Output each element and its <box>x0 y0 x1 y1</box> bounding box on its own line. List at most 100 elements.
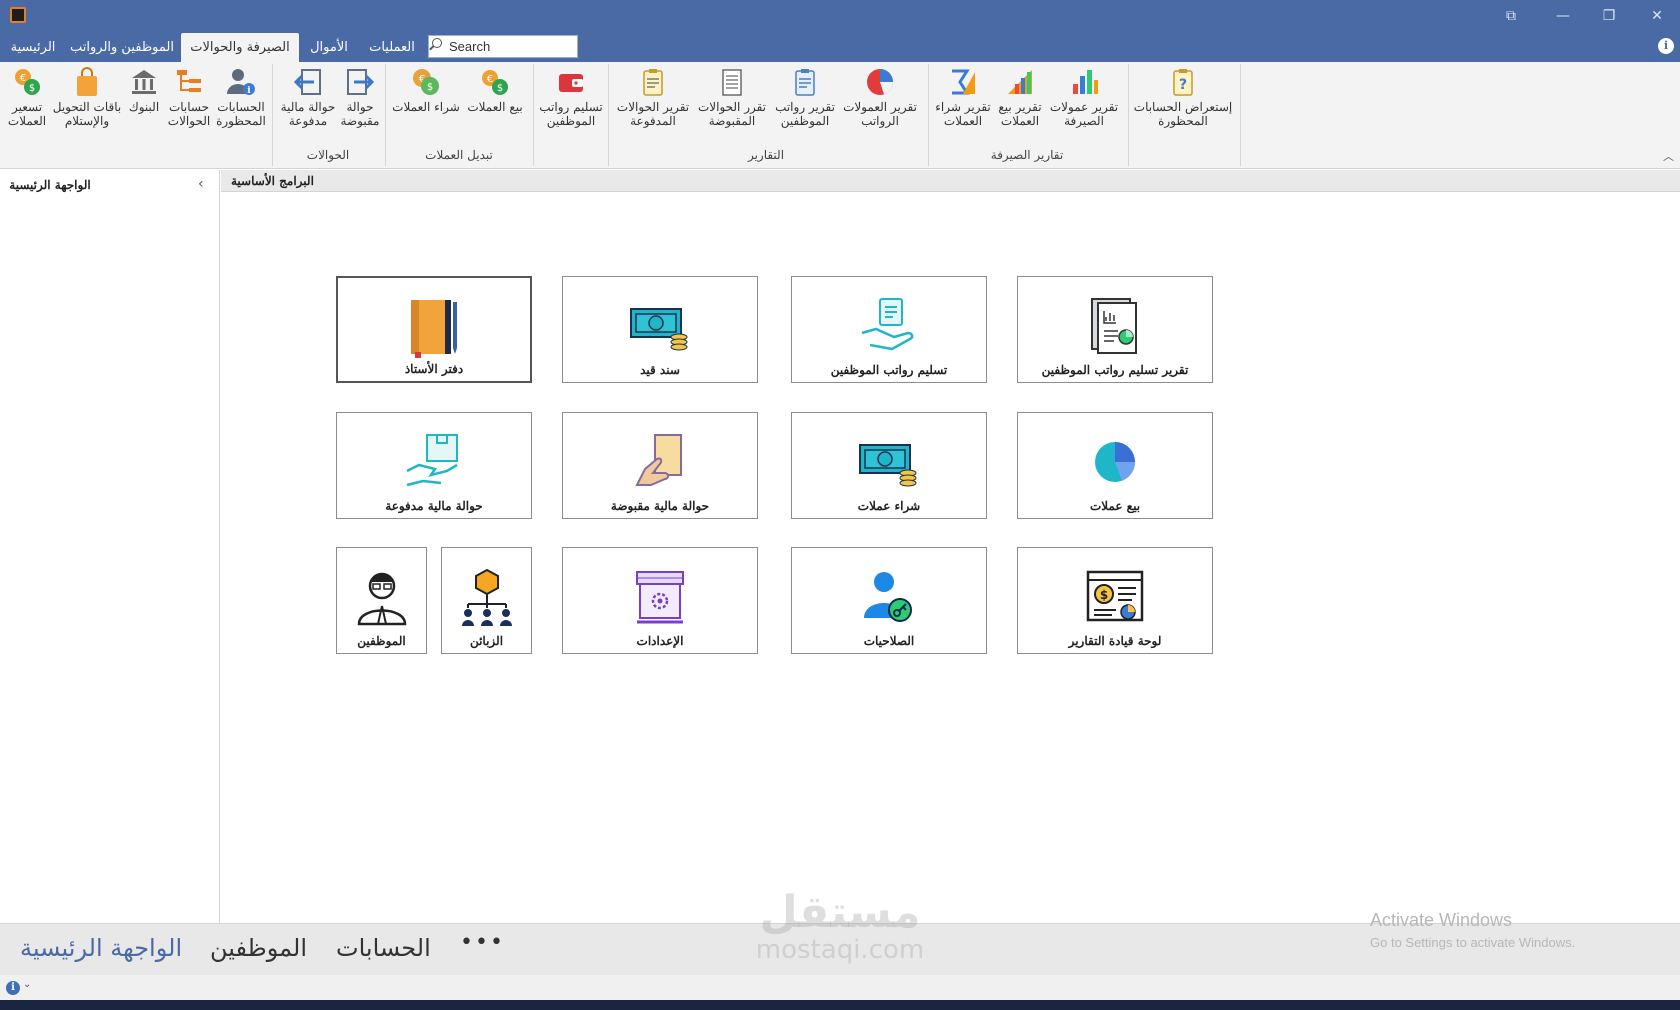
currency-pricing-label: تسعير العملات <box>7 100 47 128</box>
search-input[interactable]: Search <box>428 35 578 58</box>
tile-permissions[interactable]: الصلاحيات <box>791 547 987 654</box>
group-transfers-label: الحوالات <box>306 148 350 162</box>
tile-journal-voucher[interactable]: سند قيد <box>562 276 758 383</box>
banks-button[interactable]: البنوك <box>124 66 164 142</box>
report-document-icon <box>1091 298 1137 354</box>
tile-customers[interactable]: الزبائن <box>441 547 532 654</box>
blocked-accounts-button[interactable]: i الحسابات المحظورة <box>214 66 268 142</box>
tile-label: لوحة قيادة التقارير <box>1068 634 1162 648</box>
svg-text:$: $ <box>1100 588 1108 602</box>
buy-currency-report-label: تقرير شراء العملات <box>935 100 991 128</box>
ribbon-separator <box>608 64 609 166</box>
status-bar: i ⌄ <box>0 975 1680 1000</box>
search-icon <box>432 38 442 48</box>
tile-label: تسليم رواتب الموظفين <box>830 363 948 377</box>
sell-currency-button[interactable]: € $ بيع العملات <box>462 66 528 142</box>
transfer-packages-button[interactable]: باقات التحويل والإستلام <box>52 66 122 142</box>
currency-pricing-button[interactable]: € $ تسعير العملات <box>4 66 50 142</box>
hand-receipt-icon <box>861 298 914 351</box>
tile-settings[interactable]: الإعدادات <box>562 547 758 654</box>
tab-funds[interactable]: الأموال <box>304 33 354 62</box>
chevron-down-icon[interactable]: ⌄ <box>23 979 31 990</box>
deliver-salaries-label: تسليم رواتب الموظفين <box>539 100 603 128</box>
employee-icon <box>357 572 406 626</box>
mostaql-watermark: مستقل mostaqi.com <box>738 890 942 965</box>
watermark-url: mostaqi.com <box>755 935 925 965</box>
tile-employees[interactable]: الموظفين <box>336 547 427 654</box>
commissions-report-label: تقرير العمولات الرواتب <box>843 100 917 128</box>
paid-transfer-button[interactable]: حوالة مالية مدفوعة <box>276 66 340 142</box>
taskbar-strip <box>0 1000 1680 1010</box>
activate-windows-title: Activate Windows <box>1370 910 1513 930</box>
maximize-button[interactable]: ❐ <box>1586 0 1632 33</box>
sell-currency-report-button[interactable]: تقرير بيع العملات <box>994 66 1046 142</box>
view-blocked-accounts-button[interactable]: ? إستعراض الحسابات المحظورة <box>1132 66 1234 142</box>
minimize-button[interactable]: — <box>1540 0 1586 33</box>
more-options-button[interactable]: ••• <box>460 930 505 955</box>
tile-label: تقرير تسليم رواتب الموظفين <box>1041 363 1189 377</box>
bar-chart-triangle-icon <box>1008 70 1032 94</box>
arrow-left-box-icon <box>293 69 321 95</box>
tile-deliver-salaries[interactable]: تسليم رواتب الموظفين <box>791 276 987 383</box>
ribbon-tab-bar: الرئيسية الموظفين والرواتب الصيرفة والحو… <box>0 33 1680 62</box>
ribbon: € $ تسعير العملات باقات التحويل والإستلا… <box>0 62 1680 169</box>
group-reports-label: التقارير <box>747 148 785 162</box>
tile-salaries-delivery-report[interactable]: تقرير تسليم رواتب الموظفين <box>1017 276 1213 383</box>
tile-label: الإعدادات <box>636 634 684 648</box>
app-logo-icon <box>10 7 26 23</box>
received-transfers-report-button[interactable]: تقرر الحوالات المقبوضة <box>694 66 770 142</box>
status-info-icon[interactable]: i <box>6 981 20 995</box>
info-icon[interactable]: i <box>1658 38 1674 54</box>
bottom-nav-employees[interactable]: الموظفين <box>210 934 307 962</box>
tile-label: سند قيد <box>640 363 680 377</box>
clipboard-question-icon: ? <box>1173 69 1193 96</box>
tab-exchange-transfers[interactable]: الصيرفة والحوالات <box>181 33 299 62</box>
exchange-commissions-report-button[interactable]: تقرير عمولات الصيرفة <box>1046 66 1122 142</box>
buy-currency-button[interactable]: € $ شراء العملات <box>390 66 462 142</box>
close-button[interactable]: ✕ <box>1634 0 1680 33</box>
bottom-nav-accounts[interactable]: الحسابات <box>336 934 431 962</box>
tile-label: الصلاحيات <box>863 634 915 648</box>
sigma-chart-icon <box>952 69 975 95</box>
coin-sell-icon: € $ <box>482 70 508 95</box>
buy-currency-label: شراء العملات <box>392 100 460 114</box>
received-transfer-button[interactable]: حوالة مقبوضة <box>340 66 380 142</box>
received-transfer-label: حوالة مقبوضة <box>340 100 380 128</box>
buy-currency-report-button[interactable]: تقرير شراء العملات <box>932 66 994 142</box>
chevron-left-icon[interactable]: ‹ <box>198 176 204 192</box>
ledger-book-icon <box>411 300 457 358</box>
paid-transfer-label: حوالة مالية مدفوعة <box>280 100 336 128</box>
ribbon-collapse-icon[interactable]: ︿ <box>1663 148 1674 164</box>
commissions-report-button[interactable]: تقرير العمولات الرواتب <box>840 66 920 142</box>
tile-buy-currency[interactable]: شراء عملات <box>791 412 987 519</box>
deliver-salaries-button[interactable]: تسليم رواتب الموظفين <box>538 66 604 142</box>
tile-sell-currency[interactable]: بيع عملات <box>1017 412 1213 519</box>
panel-toggle-icon[interactable]: ⧉ <box>1488 0 1534 33</box>
exchange-commissions-report-label: تقرير عمولات الصيرفة <box>1049 100 1119 128</box>
user-key-icon <box>864 572 912 622</box>
paid-transfers-report-button[interactable]: تقرير الحوالات المدفوعة <box>612 66 694 142</box>
shopping-bag-icon <box>77 67 97 96</box>
activate-windows-watermark: Activate Windows Go to Settings to activ… <box>1370 910 1575 950</box>
tile-received-transfer[interactable]: حوالة مالية مقبوضة <box>562 412 758 519</box>
store-settings-icon <box>636 571 684 624</box>
tile-general-ledger[interactable]: دفتر الأستاذ <box>336 276 532 383</box>
tile-reports-dashboard[interactable]: $ لوحة قيادة التقارير <box>1017 547 1213 654</box>
tile-paid-transfer[interactable]: حوالة مالية مدفوعة <box>336 412 532 519</box>
clipboard-report-icon <box>795 69 815 96</box>
tab-employees-salaries[interactable]: الموظفين والرواتب <box>68 33 176 62</box>
document-report-icon <box>722 69 742 96</box>
employee-salaries-report-button[interactable]: تقرير رواتب الموظفين <box>770 66 840 142</box>
ribbon-separator <box>1128 64 1129 166</box>
svg-text:?: ? <box>1179 77 1187 93</box>
main-area: دفتر الأستاذ سند قيد تسليم رواتب الموظفي… <box>221 192 1680 923</box>
customers-network-icon <box>461 568 512 626</box>
bottom-nav-home[interactable]: الواجهة الرئيسية <box>20 934 182 962</box>
tab-operations[interactable]: العمليات <box>362 33 422 62</box>
hand-box-icon <box>406 434 458 487</box>
cash-coins-icon <box>859 444 917 487</box>
transfer-accounts-button[interactable]: حسابات الحوالات <box>166 66 212 142</box>
paid-transfers-report-label: تقرير الحوالات المدفوعة <box>616 100 690 128</box>
dashboard-report-icon: $ <box>1086 570 1144 622</box>
tab-home[interactable]: الرئيسية <box>4 33 62 62</box>
